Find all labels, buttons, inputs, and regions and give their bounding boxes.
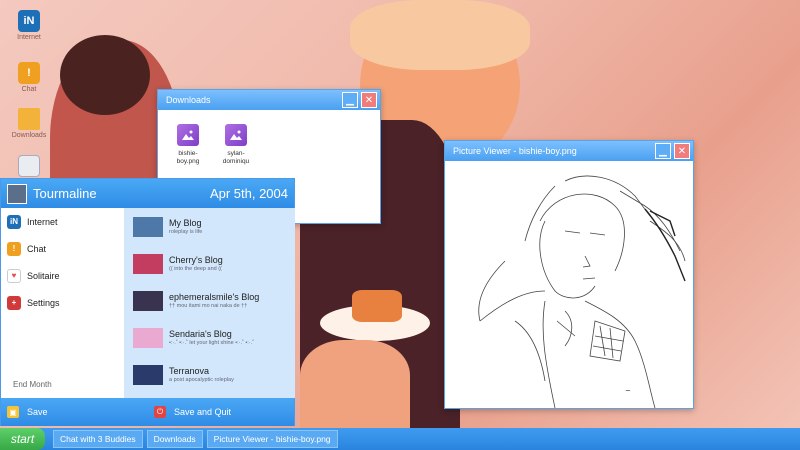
blog-desc: †† mou itami mo nai naka de †† — [169, 303, 248, 309]
desktop-icon-label: Downloads — [11, 132, 47, 139]
document-icon — [18, 155, 40, 177]
blog-thumbnail — [133, 290, 163, 311]
lock-icon: ▣ — [7, 406, 19, 418]
blog-name: ephemeralsmile's Blog — [169, 292, 260, 302]
picture-canvas: ~ — [445, 161, 693, 409]
blog-list: My Blog roleplay is life Cherry's Blog(( … — [124, 208, 295, 398]
close-button[interactable]: ✕ — [674, 143, 690, 159]
image-file-icon — [177, 124, 199, 146]
desktop-icon-folder[interactable]: Downloads — [12, 108, 46, 139]
blog-thumbnail — [133, 253, 163, 274]
blog-name: Sendaria's Blog — [169, 329, 232, 339]
menu-item-chat[interactable]: ! Chat — [1, 235, 124, 262]
desktop-icon-document[interactable] — [12, 155, 46, 177]
menu-item-label: Chat — [27, 243, 47, 254]
blog-item-sendaria[interactable]: Sendaria's Blog •:·.˚ •:·.˚ let your ligh… — [124, 319, 295, 356]
blog-item-ephemeralsmile[interactable]: ephemeralsmile's Blog †† mou itami mo nai… — [124, 282, 295, 319]
blog-item-my-blog[interactable]: My Blog roleplay is life — [124, 208, 295, 245]
blog-desc: (( into the deep and (( — [169, 266, 222, 272]
menu-item-label: Settings — [27, 297, 60, 308]
save-button[interactable]: ▣ Save — [1, 406, 148, 418]
current-date: Apr 5th, 2004 — [209, 186, 288, 201]
save-and-quit-button[interactable]: ⏻ Save and Quit — [148, 406, 231, 418]
blog-name: My Blog — [169, 218, 202, 228]
svg-text:~: ~ — [625, 387, 631, 395]
viewer-titlebar[interactable]: Picture Viewer - bishie-boy.png ▁ ✕ — [445, 141, 693, 161]
blog-desc: •:·.˚ •:·.˚ let your light shine •:·.˚ •… — [169, 340, 255, 346]
save-label: Save — [27, 407, 48, 417]
file-name: bishie- boy.png — [176, 150, 200, 165]
cards-icon: ♥ — [7, 268, 21, 283]
wallpaper-hair-left — [60, 35, 150, 115]
start-menu-footer: ▣ Save ⏻ Save and Quit — [1, 398, 294, 426]
desktop-icon-label: Chat — [21, 86, 37, 93]
wallpaper-pie — [352, 290, 402, 322]
task-downloads[interactable]: Downloads — [146, 430, 203, 448]
menu-item-internet[interactable]: iN Internet — [1, 208, 124, 235]
file-item[interactable]: bishie- boy.png — [162, 124, 214, 166]
window-title: Picture Viewer - bishie-boy.png — [453, 146, 577, 156]
image-file-icon — [225, 124, 247, 146]
downloads-titlebar[interactable]: Downloads ▁ ✕ — [158, 90, 380, 110]
desktop-icon-label: Internet — [17, 34, 41, 41]
blog-desc: roleplay is life — [169, 229, 203, 235]
close-button[interactable]: ✕ — [361, 92, 377, 108]
blog-item-terranova[interactable]: Terranova a post apocalyptic roleplay — [124, 356, 295, 393]
task-picture-viewer[interactable]: Picture Viewer - bishie-boy.png — [206, 430, 338, 448]
menu-item-solitaire[interactable]: ♥ Solitaire — [1, 262, 124, 289]
task-chat[interactable]: Chat with 3 Buddies — [53, 430, 143, 448]
blog-name: Terranova — [169, 366, 210, 376]
blog-item-cherry[interactable]: Cherry's Blog(( into the deep and (( — [124, 245, 295, 282]
picture-viewer-window[interactable]: Picture Viewer - bishie-boy.png ▁ ✕ ~ — [444, 140, 694, 409]
menu-item-label: Internet — [27, 216, 58, 227]
minimize-button[interactable]: ▁ — [655, 143, 671, 159]
folder-icon — [18, 108, 40, 130]
chat-icon: ! — [7, 241, 21, 256]
minimize-button[interactable]: ▁ — [342, 92, 358, 108]
file-name: sylan- dominiqu — [222, 150, 250, 165]
desktop-icon-chat[interactable]: ! Chat — [12, 62, 46, 93]
start-menu-header: Tourmaline Apr 5th, 2004 — [1, 179, 294, 208]
internet-icon: iN — [18, 10, 40, 32]
blog-name: Cherry's Blog — [169, 255, 223, 265]
desktop-icon-internet[interactable]: iN Internet — [12, 10, 46, 41]
blog-thumbnail — [133, 364, 163, 385]
start-menu[interactable]: Tourmaline Apr 5th, 2004 iN Internet ! C… — [0, 178, 295, 426]
window-title: Downloads — [166, 95, 211, 105]
save-quit-label: Save and Quit — [174, 407, 232, 417]
wallpaper-pastries — [300, 340, 410, 428]
menu-item-label: Solitaire — [27, 270, 60, 281]
taskbar: start Chat with 3 Buddies Downloads Pict… — [0, 428, 800, 450]
wallpaper-hair-right — [350, 0, 530, 70]
internet-icon: iN — [7, 214, 21, 229]
menu-item-settings[interactable]: + Settings — [1, 289, 124, 316]
blog-desc: a post apocalyptic roleplay — [169, 377, 234, 383]
start-menu-programs: iN Internet ! Chat ♥ Solitaire + Setting… — [1, 208, 124, 398]
blog-thumbnail — [133, 216, 163, 237]
sketch-image: ~ — [478, 175, 686, 409]
user-name: Tourmaline — [33, 186, 97, 201]
end-month-button[interactable]: End Month — [13, 380, 52, 389]
blog-thumbnail — [133, 327, 163, 348]
start-button[interactable]: start — [0, 428, 45, 450]
avatar[interactable] — [7, 183, 27, 204]
power-icon: ⏻ — [154, 406, 166, 418]
chat-icon: ! — [18, 62, 40, 84]
toolbox-icon: + — [7, 295, 21, 310]
file-item[interactable]: sylan- dominiqu — [210, 124, 262, 166]
